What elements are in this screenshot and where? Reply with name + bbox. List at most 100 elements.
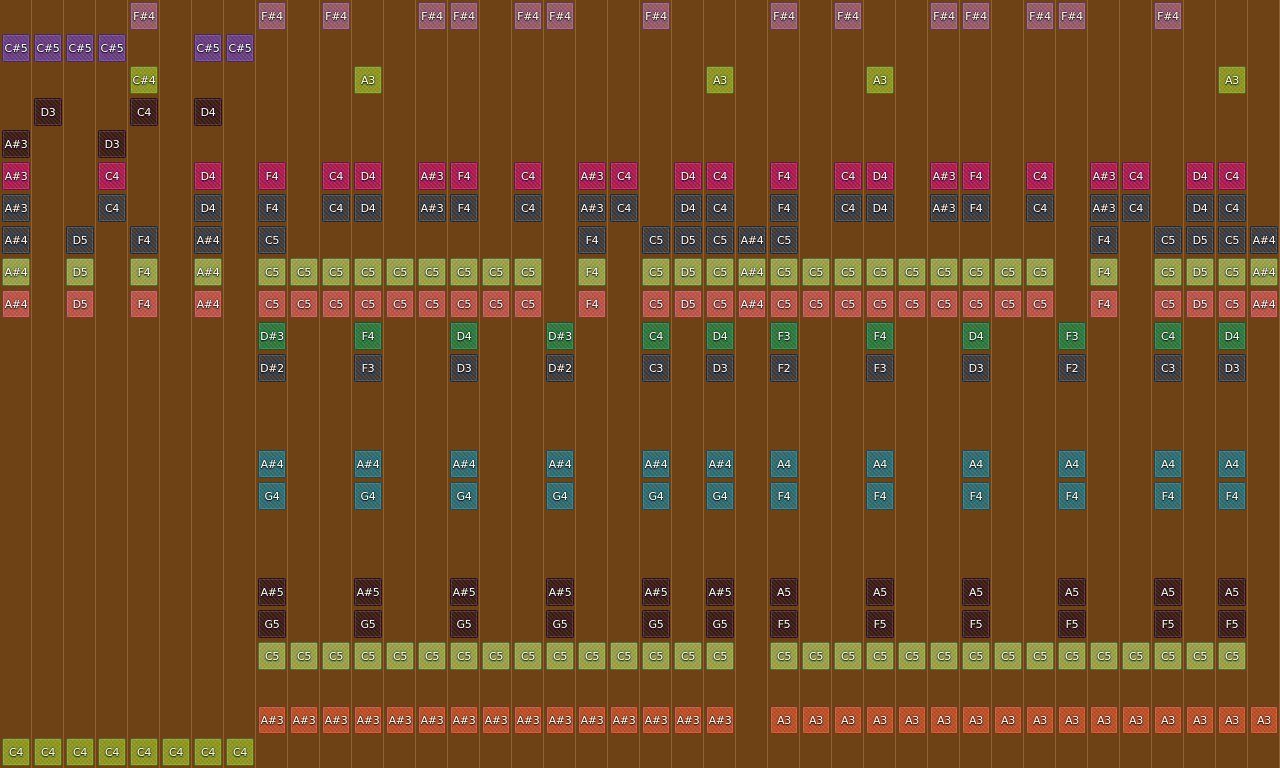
- note-block[interactable]: G4: [642, 482, 670, 510]
- note-block[interactable]: G5: [642, 610, 670, 638]
- note-block[interactable]: F3: [866, 354, 894, 382]
- note-block[interactable]: F2: [1058, 354, 1086, 382]
- note-block[interactable]: C4: [834, 194, 862, 222]
- note-block[interactable]: C4: [514, 162, 542, 190]
- note-block[interactable]: D#2: [258, 354, 286, 382]
- note-block[interactable]: A#4: [1250, 258, 1278, 286]
- note-block[interactable]: D4: [1218, 322, 1246, 350]
- note-block[interactable]: C5: [450, 642, 478, 670]
- note-block[interactable]: F#4: [834, 2, 862, 30]
- note-block[interactable]: A#3: [290, 706, 318, 734]
- note-block[interactable]: C5: [898, 642, 926, 670]
- note-block[interactable]: A#4: [738, 258, 766, 286]
- note-block[interactable]: C5: [258, 642, 286, 670]
- note-block[interactable]: C4: [610, 194, 638, 222]
- note-block[interactable]: C5: [1218, 258, 1246, 286]
- note-block[interactable]: A#5: [354, 578, 382, 606]
- note-block[interactable]: D4: [674, 162, 702, 190]
- note-block[interactable]: C5: [322, 290, 350, 318]
- note-block[interactable]: C5: [1026, 642, 1054, 670]
- note-block[interactable]: F4: [578, 290, 606, 318]
- note-block[interactable]: D5: [1186, 290, 1214, 318]
- note-block[interactable]: F#4: [450, 2, 478, 30]
- note-block[interactable]: C#4: [130, 66, 158, 94]
- note-block[interactable]: D4: [962, 322, 990, 350]
- note-block[interactable]: C4: [706, 162, 734, 190]
- note-block[interactable]: A#4: [1250, 290, 1278, 318]
- note-block[interactable]: G4: [706, 482, 734, 510]
- note-block[interactable]: A5: [1218, 578, 1246, 606]
- note-block[interactable]: C5: [354, 642, 382, 670]
- note-block[interactable]: F2: [770, 354, 798, 382]
- note-block[interactable]: A#3: [578, 194, 606, 222]
- note-block[interactable]: A#4: [258, 450, 286, 478]
- note-block[interactable]: D5: [674, 226, 702, 254]
- note-block[interactable]: C5: [834, 258, 862, 286]
- note-block[interactable]: A5: [1154, 578, 1182, 606]
- note-block[interactable]: A3: [770, 706, 798, 734]
- note-block[interactable]: C5: [642, 226, 670, 254]
- note-block[interactable]: G4: [258, 482, 286, 510]
- note-block[interactable]: F4: [962, 162, 990, 190]
- note-block[interactable]: A3: [962, 706, 990, 734]
- note-block[interactable]: A#3: [354, 706, 382, 734]
- note-block[interactable]: D5: [66, 258, 94, 286]
- note-block[interactable]: F#4: [514, 2, 542, 30]
- note-block[interactable]: D3: [1218, 354, 1246, 382]
- note-block[interactable]: C5: [866, 290, 894, 318]
- note-block[interactable]: C5: [674, 642, 702, 670]
- note-block[interactable]: C5: [802, 642, 830, 670]
- note-block[interactable]: A#4: [2, 290, 30, 318]
- note-block[interactable]: C5: [994, 290, 1022, 318]
- note-block[interactable]: A#4: [194, 226, 222, 254]
- note-block[interactable]: F5: [1058, 610, 1086, 638]
- note-block[interactable]: C5: [386, 642, 414, 670]
- note-block[interactable]: F4: [354, 322, 382, 350]
- note-block[interactable]: A#3: [418, 162, 446, 190]
- note-block[interactable]: A#3: [674, 706, 702, 734]
- note-block[interactable]: C5: [450, 258, 478, 286]
- note-block[interactable]: A3: [1186, 706, 1214, 734]
- note-block[interactable]: A#3: [642, 706, 670, 734]
- note-block[interactable]: D5: [66, 226, 94, 254]
- note-block[interactable]: C4: [66, 738, 94, 766]
- note-block[interactable]: C4: [130, 738, 158, 766]
- note-block[interactable]: A#3: [610, 706, 638, 734]
- note-block[interactable]: G5: [706, 610, 734, 638]
- note-block[interactable]: C4: [98, 194, 126, 222]
- note-block[interactable]: A3: [930, 706, 958, 734]
- note-block[interactable]: C5: [834, 642, 862, 670]
- note-block[interactable]: C5: [354, 290, 382, 318]
- note-block[interactable]: A#4: [450, 450, 478, 478]
- note-block[interactable]: C#5: [66, 34, 94, 62]
- note-block[interactable]: D5: [674, 290, 702, 318]
- note-block[interactable]: D4: [1186, 162, 1214, 190]
- note-block[interactable]: F4: [866, 482, 894, 510]
- note-block[interactable]: F5: [962, 610, 990, 638]
- note-block[interactable]: A#3: [546, 706, 574, 734]
- note-block[interactable]: G5: [546, 610, 574, 638]
- note-block[interactable]: C4: [2, 738, 30, 766]
- note-block[interactable]: F4: [1090, 258, 1118, 286]
- note-block[interactable]: C5: [354, 258, 382, 286]
- note-block[interactable]: C5: [418, 642, 446, 670]
- note-block[interactable]: D4: [354, 162, 382, 190]
- note-block[interactable]: A#5: [258, 578, 286, 606]
- note-block[interactable]: F4: [770, 482, 798, 510]
- note-block[interactable]: A3: [1218, 706, 1246, 734]
- note-block[interactable]: D3: [450, 354, 478, 382]
- note-block[interactable]: C5: [1154, 258, 1182, 286]
- note-block[interactable]: C5: [642, 290, 670, 318]
- note-block[interactable]: D3: [98, 130, 126, 158]
- note-block[interactable]: C5: [930, 258, 958, 286]
- note-block[interactable]: A4: [866, 450, 894, 478]
- note-block[interactable]: A#3: [1090, 194, 1118, 222]
- note-block[interactable]: C4: [610, 162, 638, 190]
- note-block[interactable]: A#3: [706, 706, 734, 734]
- note-block[interactable]: A#4: [2, 258, 30, 286]
- note-block[interactable]: C5: [546, 642, 574, 670]
- note-block[interactable]: C5: [962, 642, 990, 670]
- note-block[interactable]: C5: [930, 642, 958, 670]
- note-block[interactable]: D4: [450, 322, 478, 350]
- note-block[interactable]: A3: [706, 66, 734, 94]
